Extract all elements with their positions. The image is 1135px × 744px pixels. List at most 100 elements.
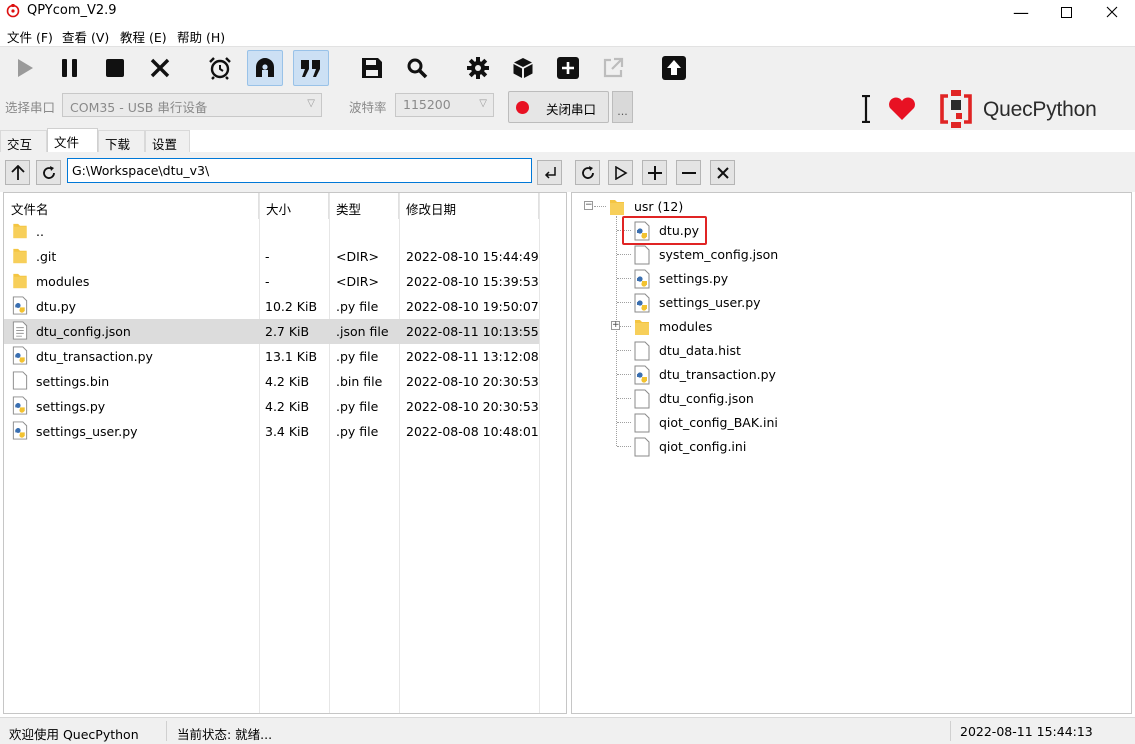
tree-connector [617,278,631,279]
tree-connector [617,422,631,423]
port-value: COM35 - USB 串行设备 [70,100,208,115]
upload-button[interactable] [656,50,692,86]
enter-arrow-icon [544,166,556,179]
status-bar: 欢迎使用 QuecPython 当前状态: 就绪... 2022-08-11 1… [0,717,1135,744]
remove-file-button[interactable] [676,160,701,185]
table-row[interactable]: dtu_transaction.py 13.1 KiB .py file 2022-0… [4,344,539,369]
stop-button[interactable] [97,50,133,86]
tree-connector [617,446,631,447]
pause-button[interactable] [52,50,88,86]
close-port-button[interactable]: 关闭串口 [508,91,609,123]
run-file-button[interactable] [608,160,633,185]
tree-item-label: settings.py [659,271,729,286]
python-file-icon [12,296,28,315]
tab-download[interactable]: 下载 [98,130,145,152]
baud-select[interactable]: 115200 ▽ [395,93,494,117]
minimize-icon: — [1013,2,1029,22]
menu-help[interactable]: 帮助 (H) [177,27,225,46]
run-button[interactable] [7,50,43,86]
clear-button[interactable] [142,50,178,86]
cell-name: dtu_config.json [36,324,131,339]
timer-button[interactable] [202,50,238,86]
tree-item-label: usr (12) [634,199,684,214]
status-state: 当前状态: 就绪... [177,727,273,742]
tree-item-label: dtu_data.hist [659,343,741,358]
title-bar: QPYcom_V2.9 — [0,0,1135,24]
column-header-date[interactable]: 修改日期 [399,193,539,219]
alarm-clock-icon [209,57,231,80]
delete-file-button[interactable] [710,160,735,185]
save-icon [362,58,382,78]
column-header-size[interactable]: 大小 [259,193,329,219]
more-button[interactable]: ... [612,91,633,123]
quote-icon [301,60,320,77]
tree-item-label: settings_user.py [659,295,761,310]
menu-file[interactable]: 文件 (F) [7,27,53,46]
column-header-type[interactable]: 类型 [329,193,399,219]
blank-file-icon [634,413,650,433]
cell-size: 4.2 KiB [265,374,310,389]
table-row[interactable]: .. [4,219,539,244]
minus-icon [681,171,696,174]
cell-type: .json file [336,324,389,339]
open-external-button[interactable] [595,50,631,86]
menu-view[interactable]: 查看 (V) [62,27,109,46]
refresh-local-button[interactable] [36,160,61,185]
baud-label: 波特率 [349,100,387,115]
tree-connector [594,206,606,207]
table-row[interactable]: .git - <DIR> 2022-08-10 15:44:49 [4,244,539,269]
tree-item-label: dtu_transaction.py [659,367,776,382]
maximize-button[interactable] [1043,0,1089,24]
add-button[interactable] [550,50,586,86]
tree-item-label: qiot_config.ini [659,439,747,454]
go-up-button[interactable] [5,160,30,185]
cell-name: modules [36,274,90,289]
close-window-button[interactable] [1089,0,1135,24]
brand-name: QuecPython [983,98,1097,121]
table-row[interactable]: dtu.py 10.2 KiB .py file 2022-08-10 19:50:0… [4,294,539,319]
minimize-button[interactable]: — [998,0,1044,24]
save-button[interactable] [354,50,390,86]
column-header-name[interactable]: 文件名 [4,193,259,219]
refresh-device-button[interactable] [575,160,600,185]
table-row[interactable]: settings_user.py 3.4 KiB .py file 2022-08-0… [4,419,539,444]
local-path-input[interactable] [67,158,532,183]
table-row[interactable]: settings.bin 4.2 KiB .bin file 2022-08-10 2… [4,369,539,394]
python-file-icon [12,396,28,415]
blank-file-icon [634,245,650,265]
port-select[interactable]: COM35 - USB 串行设备 ▽ [62,93,322,117]
cell-type: .py file [336,349,379,364]
close-port-label: 关闭串口 [546,102,597,117]
python-file-icon [634,269,650,289]
settings-button[interactable] [460,50,496,86]
table-row[interactable]: dtu_config.json 2.7 KiB .json file 2022-08-… [4,319,539,344]
text-file-icon [12,321,28,340]
cell-size: - [265,274,270,289]
gear-icon [467,57,489,79]
enter-path-button[interactable] [537,160,562,185]
quote-button[interactable] [293,50,329,86]
device-file-tree [571,192,1132,714]
package-button[interactable] [505,50,541,86]
folder-icon [13,223,27,239]
python-file-icon [12,346,28,365]
table-row[interactable]: modules - <DIR> 2022-08-10 15:39:53 [4,269,539,294]
tab-files[interactable]: 文件 [47,128,98,152]
tree-item-label: qiot_config_BAK.ini [659,415,778,430]
heart-icon [889,97,915,120]
connect-button[interactable] [247,50,283,86]
expand-toggle[interactable]: + [611,321,620,330]
add-file-button[interactable] [642,160,667,185]
status-divider [950,721,951,741]
python-file-icon [634,293,650,313]
cell-date: 2022-08-11 10:13:55 [406,324,539,339]
tab-settings[interactable]: 设置 [145,130,190,152]
cell-name: settings.py [36,399,106,414]
cell-name: .. [36,224,44,239]
search-button[interactable] [399,50,435,86]
tab-interactive[interactable]: 交互 [0,130,47,152]
collapse-toggle[interactable]: − [584,201,593,210]
cell-name: dtu_transaction.py [36,349,153,364]
table-row[interactable]: settings.py 4.2 KiB .py file 2022-08-10 20:… [4,394,539,419]
menu-tutorial[interactable]: 教程 (E) [120,27,167,46]
